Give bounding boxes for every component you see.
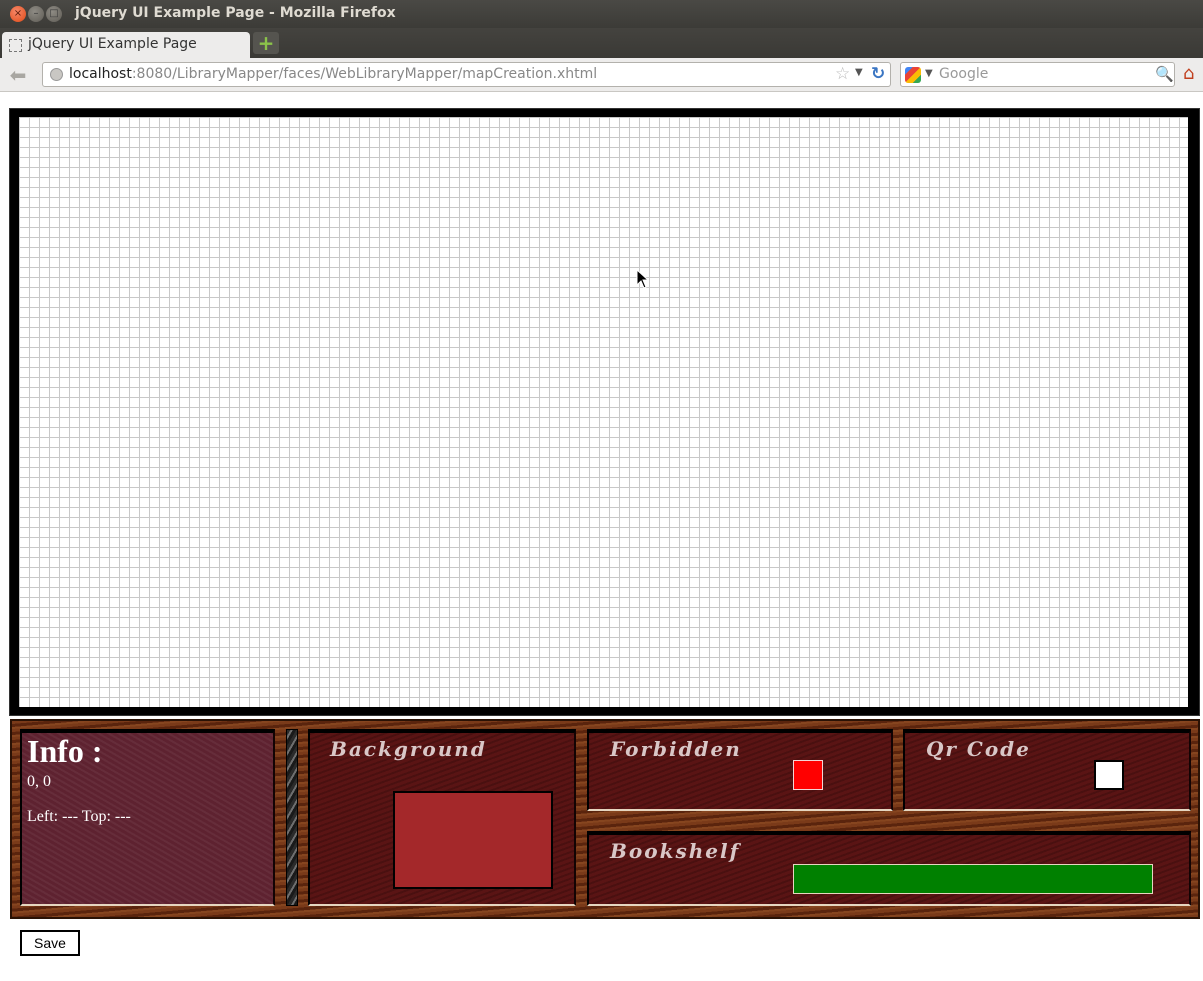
forbidden-panel: Forbidden <box>587 729 893 811</box>
bookshelf-panel: Bookshelf <box>587 831 1191 906</box>
toolbox-panel: Info : 0, 0 Left: --- Top: --- Backgroun… <box>10 719 1200 919</box>
navigation-toolbar: ⬅ localhost:8080/LibraryMapper/faces/Web… <box>0 58 1203 92</box>
tab-strip: jQuery UI Example Page + <box>0 28 1203 58</box>
window-close-button[interactable]: × <box>10 6 26 22</box>
toolbox-separator <box>286 729 298 906</box>
new-tab-button[interactable]: + <box>253 32 279 54</box>
plus-icon: + <box>257 31 275 55</box>
background-title: Background <box>330 737 487 761</box>
maximize-icon: □ <box>49 8 59 19</box>
bookmark-star-icon[interactable]: ☆ <box>835 64 850 84</box>
search-icon[interactable]: 🔍 <box>1155 65 1174 83</box>
page-icon <box>9 39 22 52</box>
google-engine-icon[interactable] <box>905 67 921 83</box>
minimize-icon: – <box>33 8 39 19</box>
search-engine-dropdown-icon[interactable]: ▼ <box>925 68 933 79</box>
info-position: Left: --- Top: --- <box>27 808 131 825</box>
site-identity-icon[interactable] <box>50 68 63 81</box>
reload-icon[interactable]: ↻ <box>871 64 889 84</box>
window-titlebar: × – □ jQuery UI Example Page - Mozilla F… <box>0 0 1203 28</box>
url-bar[interactable]: localhost:8080/LibraryMapper/faces/WebLi… <box>42 62 891 87</box>
back-button[interactable]: ⬅ <box>6 64 30 86</box>
url-path: :8080/LibraryMapper/faces/WebLibraryMapp… <box>131 66 598 82</box>
background-tile[interactable] <box>393 791 553 889</box>
info-panel: Info : 0, 0 Left: --- Top: --- <box>20 729 275 906</box>
window-title: jQuery UI Example Page - Mozilla Firefox <box>75 5 396 21</box>
history-dropdown-icon[interactable]: ▼ <box>855 67 863 78</box>
save-button[interactable]: Save <box>20 930 80 956</box>
forbidden-title: Forbidden <box>610 737 742 761</box>
window-minimize-button[interactable]: – <box>28 6 44 22</box>
url-text[interactable]: localhost:8080/LibraryMapper/faces/WebLi… <box>69 66 597 82</box>
home-icon: ⌂ <box>1183 63 1195 84</box>
map-grid-canvas[interactable] <box>19 117 1188 707</box>
tab-label: jQuery UI Example Page <box>28 36 197 52</box>
qr-code-title: Qr Code <box>926 737 1031 761</box>
home-button[interactable]: ⌂ <box>1183 63 1203 85</box>
tab-jquery-ui-example-page[interactable]: jQuery UI Example Page <box>2 32 250 58</box>
search-input[interactable]: Google <box>939 66 988 82</box>
background-panel: Background <box>308 729 576 906</box>
close-icon: × <box>13 8 23 19</box>
qr-code-panel: Qr Code <box>903 729 1191 811</box>
search-bar[interactable]: ▼ Google 🔍 <box>900 62 1175 87</box>
qr-code-tile[interactable] <box>1094 760 1124 790</box>
bookshelf-title: Bookshelf <box>610 839 741 863</box>
forbidden-tile[interactable] <box>793 760 823 790</box>
url-host: localhost <box>69 66 132 82</box>
info-title: Info : <box>27 733 103 769</box>
back-arrow-icon: ⬅ <box>9 63 27 87</box>
info-coordinates: 0, 0 <box>27 773 51 790</box>
window-maximize-button[interactable]: □ <box>46 6 62 22</box>
bookshelf-tile[interactable] <box>793 864 1153 894</box>
